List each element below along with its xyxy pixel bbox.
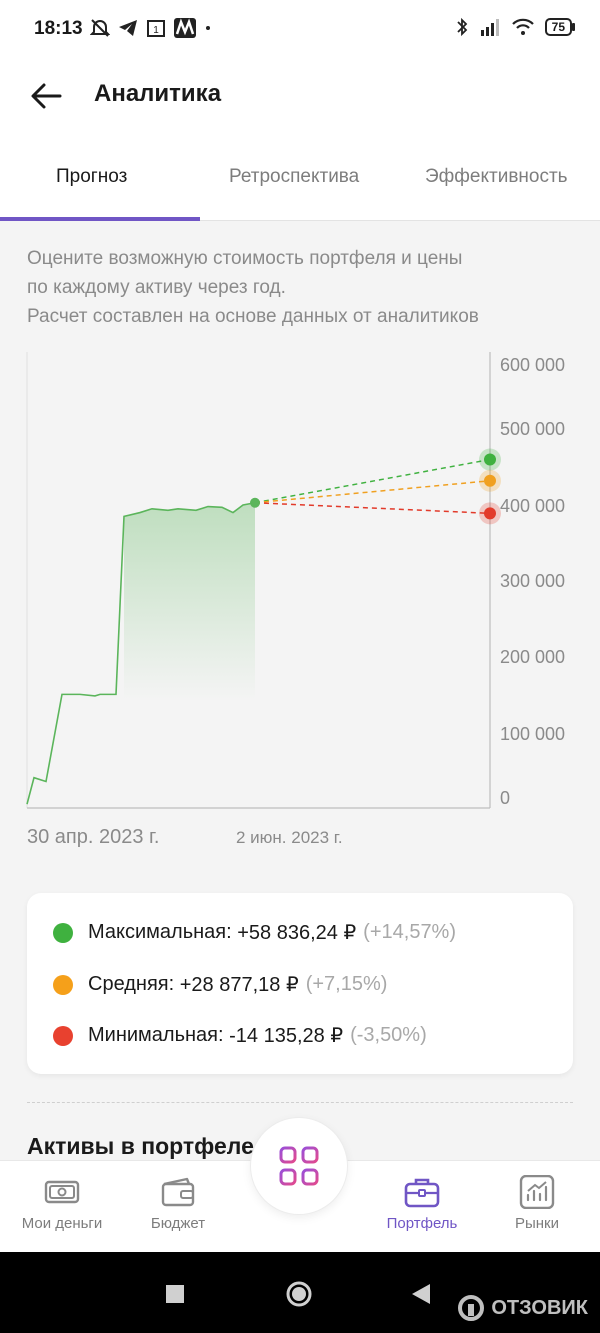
forecast-description: Оцените возможную стоимость портфеля и ц… [27,244,582,331]
nav-markets[interactable]: Рынки [477,1175,597,1232]
red-dot-icon [53,1025,73,1046]
back-button[interactable] [28,76,68,116]
legend-value: +28 877,18 ₽ [179,974,299,996]
silent-icon [90,19,110,37]
forecast-legend-card: Максимальная: +58 836,24 ₽ (+14,57%) Сре… [27,893,573,1074]
active-tab-indicator [0,217,200,221]
y-tick-label: 300 000 [500,571,565,591]
forecast-point-max [484,453,496,466]
legend-row-max: Максимальная: +58 836,24 ₽ (+14,57%) [53,920,456,945]
assets-section-title: Активы в портфеле [27,1133,254,1159]
forecast-line-max [254,458,491,504]
home-button[interactable] [284,1279,314,1314]
page-title: Аналитика [94,80,222,107]
forecast-point-min [484,507,496,520]
triangle-back-icon [412,1284,430,1304]
app-header: Аналитика [0,58,600,140]
current-value-point [250,497,260,508]
back-system-button[interactable] [410,1282,432,1311]
section-divider [27,1102,573,1103]
x-axis-current-label: 2 июн. 2023 г. [236,828,343,847]
y-tick-label: 400 000 [500,496,565,516]
y-tick-label: 100 000 [500,724,565,744]
tab-forecast[interactable]: Прогноз [56,166,127,188]
wallet-icon [161,1177,195,1207]
legend-value: +58 836,24 ₽ [237,922,357,944]
nav-label: Мои деньги [21,1215,103,1232]
money-icon [44,1180,80,1204]
forecast-line-mid [254,480,491,504]
status-time: 18:13 [34,18,83,39]
legend-row-min: Минимальная: -14 135,28 ₽ (-3,50%) [53,1023,427,1048]
bluetooth-icon [457,17,467,37]
tab-bar: Прогноз Ретроспектива Эффективность [0,140,600,221]
y-tick-label: 0 [500,788,510,808]
status-system-icons: 75 [455,17,576,37]
legend-percent: (+14,57%) [363,921,457,943]
y-tick-label: 200 000 [500,647,565,667]
nav-budget[interactable]: Бюджет [118,1175,238,1232]
forecast-line-min [254,501,491,515]
center-menu-button[interactable] [251,1118,347,1214]
y-tick-label: 500 000 [500,419,565,439]
watermark-text: ОТЗОВИК [491,1296,588,1319]
nav-label: Портфель [386,1215,458,1232]
battery-indicator: 75 [544,18,576,36]
nav-portfolio[interactable]: Портфель [362,1175,482,1232]
legend-percent: (+7,15%) [305,973,388,995]
signal-icon [480,19,499,36]
forecast-point-mid [484,474,496,487]
nav-label: Рынки [514,1215,559,1232]
app-logo-icon [174,18,196,38]
recent-apps-button[interactable] [165,1284,185,1309]
legend-value: -14 135,28 ₽ [229,1025,344,1047]
chart-up-icon [519,1175,555,1209]
arrow-left-icon [31,83,62,109]
calendar-icon: 1 [147,20,165,37]
wifi-icon [511,18,534,35]
description-line: по каждому активу через год. [27,277,286,298]
description-line: Оцените возможную стоимость портфеля и ц… [27,248,463,269]
green-dot-icon [53,922,73,943]
orange-dot-icon [53,974,73,995]
legend-label: Максимальная: [88,921,232,943]
dot-icon [206,26,210,30]
status-bar: 18:13 1 75 [0,0,600,58]
y-tick-label: 600 000 [500,355,565,375]
legend-row-mid: Средняя: +28 877,18 ₽ (+7,15%) [53,972,387,997]
status-notification-icons: 1 [90,16,212,40]
history-area [124,502,255,700]
legend-label: Минимальная: [88,1024,224,1046]
telegram-icon [119,20,137,36]
nav-my-money[interactable]: Мои деньги [2,1175,122,1232]
legend-percent: (-3,50%) [350,1024,427,1046]
tab-retrospective[interactable]: Ретроспектива [229,166,359,188]
briefcase-icon [404,1178,440,1208]
watermark: ОТЗОВИК [457,1294,588,1322]
tab-efficiency[interactable]: Эффективность [425,166,568,188]
nav-label: Бюджет [150,1215,206,1232]
circle-icon [286,1281,312,1307]
watermark-logo-icon [458,1295,485,1321]
legend-label: Средняя: [88,973,175,995]
x-axis-start-label: 30 апр. 2023 г. [27,826,160,848]
svg-text:1: 1 [153,25,159,36]
portfolio-forecast-chart: 600 000 500 000 400 000 300 000 200 000 100 0… [26,352,565,809]
description-line: Расчет составлен на основе данных от ана… [27,306,479,327]
square-icon [166,1285,184,1303]
grid-menu-icon [279,1146,319,1186]
